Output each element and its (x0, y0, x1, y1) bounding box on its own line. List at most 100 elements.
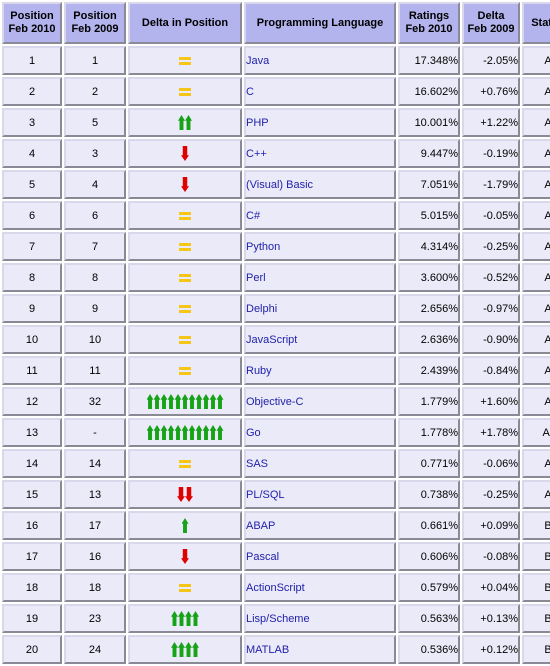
cell-position-2009: 4 (64, 170, 126, 199)
language-link[interactable]: ABAP (246, 520, 275, 532)
language-link[interactable]: Delphi (246, 303, 277, 315)
arrow-down-icon (181, 177, 189, 192)
cell-programming-language[interactable]: PL/SQL (244, 480, 396, 509)
table-row: 2024 MATLAB 0.536%+0.12%B (2, 635, 550, 664)
cell-programming-language[interactable]: SAS (244, 449, 396, 478)
table-row: 35 PHP 10.001%+1.22%A (2, 108, 550, 137)
cell-ratings-2010: 0.563% (398, 604, 460, 633)
language-link[interactable]: C++ (246, 148, 267, 160)
column-header-ratings-2010[interactable]: Ratings Feb 2010 (398, 2, 460, 44)
delta-indicator-equal (130, 234, 240, 259)
arrow-down-icon (181, 146, 189, 161)
cell-programming-language[interactable]: Ruby (244, 356, 396, 385)
cell-delta-2009: +1.22% (462, 108, 520, 137)
cell-position-2009: 32 (64, 387, 126, 416)
cell-delta-2009: -0.97% (462, 294, 520, 323)
cell-position-2009: - (64, 418, 126, 447)
cell-programming-language[interactable]: Java (244, 46, 396, 75)
cell-programming-language[interactable]: ABAP (244, 511, 396, 540)
cell-position-2009: 1 (64, 46, 126, 75)
cell-position-2010: 9 (2, 294, 62, 323)
cell-programming-language[interactable]: Pascal (244, 542, 396, 571)
cell-programming-language[interactable]: MATLAB (244, 635, 396, 664)
cell-programming-language[interactable]: C (244, 77, 396, 106)
language-link[interactable]: JavaScript (246, 334, 297, 346)
cell-delta-2009: +0.04% (462, 573, 520, 602)
language-link[interactable]: Pascal (246, 551, 279, 563)
cell-delta-in-position (128, 387, 242, 416)
arrow-up-icon (216, 425, 224, 440)
cell-status: A (522, 449, 550, 478)
table-row: 1513 PL/SQL 0.738%-0.25%A (2, 480, 550, 509)
cell-position-2009: 3 (64, 139, 126, 168)
arrow-up-icon (195, 394, 203, 409)
table-row: 1010 JavaScript 2.636%-0.90%A (2, 325, 550, 354)
cell-programming-language[interactable]: (Visual) Basic (244, 170, 396, 199)
language-link[interactable]: Java (246, 55, 269, 67)
language-link[interactable]: C (246, 86, 254, 98)
cell-programming-language[interactable]: Lisp/Scheme (244, 604, 396, 633)
delta-indicator-up (130, 420, 240, 445)
delta-equal-icon (179, 273, 191, 282)
cell-programming-language[interactable]: C++ (244, 139, 396, 168)
language-link[interactable]: Ruby (246, 365, 272, 377)
cell-programming-language[interactable]: C# (244, 201, 396, 230)
arrow-up-icon (167, 425, 175, 440)
column-header-programming-language[interactable]: Programming Language (244, 2, 396, 44)
delta-indicator-down (130, 141, 240, 166)
column-header-delta-2009[interactable]: Delta Feb 2009 (462, 2, 520, 44)
column-header-position-2010[interactable]: Position Feb 2010 (2, 2, 62, 44)
cell-delta-2009: -0.05% (462, 201, 520, 230)
cell-programming-language[interactable]: Delphi (244, 294, 396, 323)
delta-equal-icon (179, 304, 191, 313)
header-row: Position Feb 2010 Position Feb 2009 Delta … (2, 2, 550, 44)
cell-status: B (522, 542, 550, 571)
cell-position-2010: 19 (2, 604, 62, 633)
language-link[interactable]: Python (246, 241, 280, 253)
header-line-primary: Delta (477, 10, 505, 22)
column-header-status[interactable]: Status (522, 2, 550, 44)
arrow-up-icon (171, 611, 178, 626)
cell-status: A (522, 294, 550, 323)
cell-delta-in-position (128, 77, 242, 106)
cell-programming-language[interactable]: Python (244, 232, 396, 261)
column-header-position-2009[interactable]: Position Feb 2009 (64, 2, 126, 44)
cell-programming-language[interactable]: Objective-C (244, 387, 396, 416)
arrow-up-icon (216, 394, 224, 409)
cell-position-2010: 18 (2, 573, 62, 602)
cell-delta-2009: -0.08% (462, 542, 520, 571)
language-link[interactable]: ActionScript (246, 582, 305, 594)
column-header-delta-in-position[interactable]: Delta in Position (128, 2, 242, 44)
language-link[interactable]: SAS (246, 458, 268, 470)
cell-position-2009: 10 (64, 325, 126, 354)
delta-equal-icon (179, 211, 191, 220)
language-link[interactable]: Objective-C (246, 396, 303, 408)
cell-ratings-2010: 16.602% (398, 77, 460, 106)
language-link[interactable]: (Visual) Basic (246, 179, 313, 191)
cell-position-2010: 20 (2, 635, 62, 664)
cell-delta-in-position (128, 46, 242, 75)
cell-programming-language[interactable]: PHP (244, 108, 396, 137)
cell-position-2010: 6 (2, 201, 62, 230)
language-link[interactable]: Lisp/Scheme (246, 613, 310, 625)
cell-ratings-2010: 0.579% (398, 573, 460, 602)
cell-status: B (522, 635, 550, 664)
cell-position-2010: 14 (2, 449, 62, 478)
cell-status: B (522, 511, 550, 540)
arrow-up-icon (181, 394, 189, 409)
cell-position-2009: 17 (64, 511, 126, 540)
cell-programming-language[interactable]: ActionScript (244, 573, 396, 602)
cell-delta-2009: -0.25% (462, 480, 520, 509)
header-line-primary: Ratings (408, 10, 450, 22)
language-link[interactable]: MATLAB (246, 644, 289, 656)
language-link[interactable]: Perl (246, 272, 266, 284)
cell-programming-language[interactable]: JavaScript (244, 325, 396, 354)
tiobe-index-table: Position Feb 2010 Position Feb 2009 Delta … (0, 0, 550, 666)
language-link[interactable]: Go (246, 427, 261, 439)
cell-programming-language[interactable]: Go (244, 418, 396, 447)
language-link[interactable]: PL/SQL (246, 489, 285, 501)
language-link[interactable]: PHP (246, 117, 269, 129)
language-link[interactable]: C# (246, 210, 260, 222)
header-line-secondary: Feb 2009 (467, 23, 515, 35)
cell-programming-language[interactable]: Perl (244, 263, 396, 292)
